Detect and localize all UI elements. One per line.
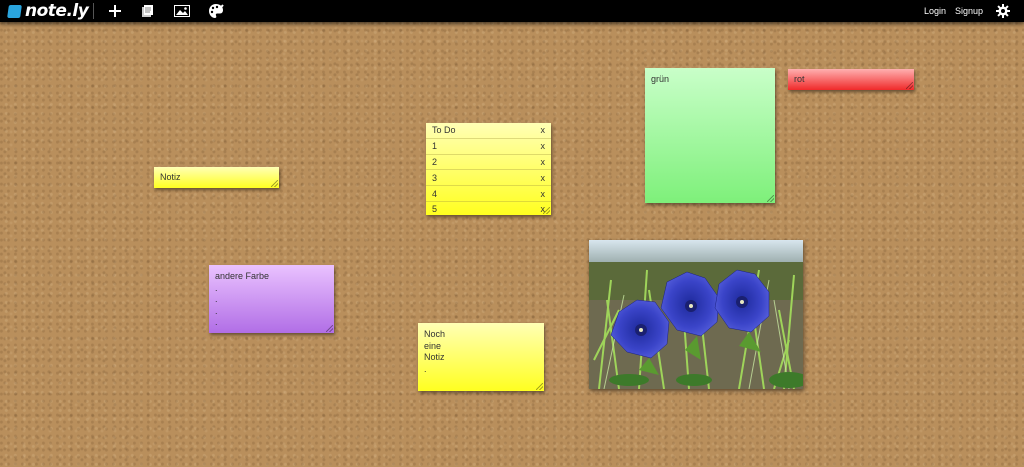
todo-item-delete-icon[interactable]: x — [541, 173, 546, 183]
todo-item-label[interactable]: 4 — [432, 189, 437, 199]
signup-link[interactable]: Signup — [955, 0, 983, 22]
note-text[interactable]: andere Farbe . . . . — [209, 265, 334, 335]
sticky-note-notiz[interactable]: Notiz — [154, 167, 279, 188]
resize-handle[interactable] — [767, 195, 774, 202]
todo-item[interactable]: 5 x — [426, 202, 551, 217]
sticky-note-andere-farbe[interactable]: andere Farbe . . . . — [209, 265, 334, 333]
sticky-note-noch-eine-notiz[interactable]: Noch eine Notiz . — [418, 323, 544, 391]
resize-handle[interactable] — [271, 180, 278, 187]
app-name: note.ly — [25, 1, 89, 21]
todo-item-delete-icon[interactable]: x — [541, 141, 546, 151]
sticky-note-gruen[interactable]: grün — [645, 68, 775, 203]
todo-item[interactable]: 4 x — [426, 186, 551, 202]
todo-item-delete-icon[interactable]: x — [541, 157, 546, 167]
plus-icon[interactable] — [108, 2, 122, 20]
note-text[interactable]: rot — [788, 69, 914, 92]
todo-item-label[interactable]: 5 — [432, 204, 437, 214]
todo-item-delete-icon[interactable]: x — [541, 189, 546, 199]
todo-item-label[interactable]: 2 — [432, 157, 437, 167]
note-text[interactable]: Notiz — [154, 167, 279, 190]
todo-item-label[interactable]: 1 — [432, 141, 437, 151]
top-toolbar: note.ly Login Signup — [0, 0, 1024, 22]
app-logo[interactable]: note.ly — [7, 1, 89, 21]
todo-close-icon[interactable]: x — [541, 125, 546, 135]
sticky-note-rot[interactable]: rot — [788, 69, 914, 90]
resize-handle[interactable] — [326, 325, 333, 332]
resize-handle[interactable] — [536, 383, 543, 390]
todo-item[interactable]: 2 x — [426, 155, 551, 171]
gear-icon[interactable] — [995, 2, 1010, 20]
todo-title[interactable]: To Do — [432, 125, 456, 135]
note-text[interactable]: Noch eine Notiz . — [418, 323, 544, 381]
notes-icon[interactable] — [140, 2, 156, 20]
note-text[interactable]: grün — [645, 68, 775, 92]
login-link[interactable]: Login — [924, 0, 946, 22]
resize-handle[interactable] — [906, 82, 913, 89]
todo-item-label[interactable]: 3 — [432, 173, 437, 183]
palette-icon[interactable] — [207, 2, 224, 20]
todo-note[interactable]: To Do x 1 x 2 x 3 x 4 x 5 x — [426, 123, 551, 215]
gentian-photo[interactable] — [589, 240, 803, 389]
todo-header: To Do x — [426, 123, 551, 139]
todo-item[interactable]: 1 x — [426, 139, 551, 155]
resize-handle[interactable] — [543, 207, 550, 214]
logo-icon — [7, 4, 22, 18]
toolbar-divider — [93, 3, 94, 19]
todo-item[interactable]: 3 x — [426, 170, 551, 187]
image-icon[interactable] — [173, 2, 190, 20]
